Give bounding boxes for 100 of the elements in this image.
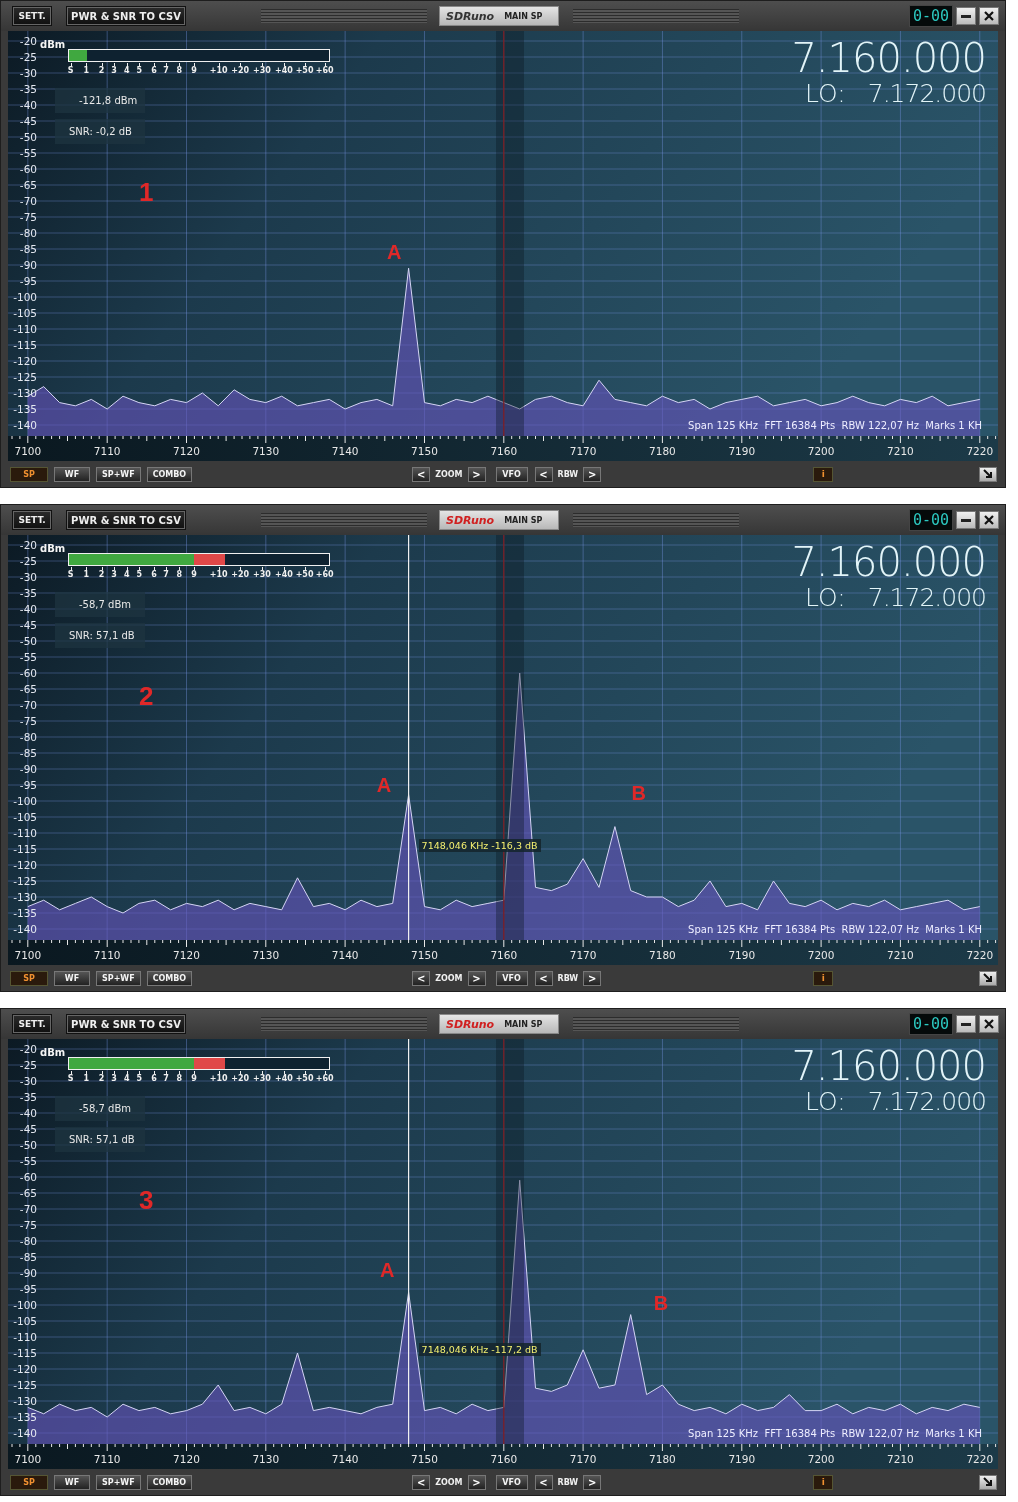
zoom-in-button[interactable]: >: [467, 1474, 486, 1490]
view-tab[interactable]: SP: [10, 1474, 48, 1490]
window-tab[interactable]: SDRuno MAIN SP: [439, 6, 559, 26]
axis-label: 7160: [490, 1453, 518, 1465]
meter-scale-label: +60: [315, 1074, 334, 1083]
vfo-button[interactable]: VFO: [495, 466, 528, 482]
meter-scale-label: 3: [111, 570, 117, 579]
axis-label: 7200: [807, 1453, 835, 1465]
axis-label: -45: [19, 1123, 37, 1135]
view-tab[interactable]: COMBO: [146, 466, 193, 482]
view-tab[interactable]: WF: [54, 1474, 90, 1490]
axis-label: -70: [19, 699, 37, 711]
meter-scale-label: 9: [191, 66, 197, 75]
meter-scale-label: 6: [151, 1074, 157, 1083]
frequency-display: 7.160.000: [791, 35, 986, 81]
close-button[interactable]: [979, 1015, 999, 1033]
axis-label: -130: [13, 387, 37, 399]
view-tab[interactable]: SP+WF: [96, 1474, 141, 1490]
meter-scale-label: 9: [191, 570, 197, 579]
lo-frequency: 7.172.000: [867, 79, 986, 108]
view-tab[interactable]: COMBO: [146, 1474, 193, 1490]
zoom-out-button[interactable]: <: [412, 1474, 431, 1490]
drag-grip[interactable]: [573, 9, 739, 23]
rbw-up-button[interactable]: >: [583, 466, 602, 482]
resize-button[interactable]: [979, 1474, 997, 1490]
view-tab[interactable]: COMBO: [146, 970, 193, 986]
export-button[interactable]: PWR & SNR TO CSV: [67, 7, 185, 25]
close-icon: [984, 1019, 994, 1029]
axis-label: -105: [13, 1315, 37, 1327]
axis-label: -60: [19, 163, 37, 175]
settings-button[interactable]: SETT.: [13, 1015, 51, 1033]
info-button[interactable]: i: [813, 970, 834, 986]
axis-label: 7180: [649, 445, 676, 457]
axis-label: -105: [13, 811, 37, 823]
drag-grip[interactable]: [261, 9, 427, 23]
settings-button[interactable]: SETT.: [13, 7, 51, 25]
export-button[interactable]: PWR & SNR TO CSV: [67, 511, 185, 529]
axis-label: -135: [13, 907, 37, 919]
info-button[interactable]: i: [813, 466, 834, 482]
vfo-button[interactable]: VFO: [495, 1474, 528, 1490]
axis-label: -55: [19, 147, 37, 159]
meter-scale-label: +40: [274, 66, 293, 75]
axis-label: 7190: [728, 445, 756, 457]
lo-label: LO:: [805, 79, 846, 108]
axis-label: 7110: [93, 1453, 121, 1465]
minimize-button[interactable]: [956, 1015, 976, 1033]
lo-frequency: 7.172.000: [867, 1087, 986, 1116]
minimize-button[interactable]: [956, 511, 976, 529]
view-tab[interactable]: SP+WF: [96, 970, 141, 986]
meter-scale-label: S: [67, 1074, 74, 1083]
view-tab[interactable]: WF: [54, 466, 90, 482]
export-button[interactable]: PWR & SNR TO CSV: [67, 1015, 185, 1033]
close-button[interactable]: [979, 7, 999, 25]
peak-label: A: [387, 241, 402, 264]
settings-button[interactable]: SETT.: [13, 511, 51, 529]
drag-grip[interactable]: [573, 1017, 739, 1031]
rbw-up-button[interactable]: >: [583, 1474, 602, 1490]
zoom-out-button[interactable]: <: [412, 466, 431, 482]
view-tab[interactable]: SP+WF: [96, 466, 141, 482]
minimize-button[interactable]: [956, 7, 976, 25]
axis-label: -95: [19, 275, 37, 287]
zoom-out-button[interactable]: <: [412, 970, 431, 986]
meter-scale-label: +60: [315, 570, 334, 579]
power-readout: -121,8 dBm: [55, 88, 145, 113]
marker-readout: 7148,046 KHz -117,2 dB: [418, 1343, 541, 1356]
rbw-up-button[interactable]: >: [583, 970, 602, 986]
rbw-down-button[interactable]: <: [534, 1474, 553, 1490]
window-tab[interactable]: SDRuno MAIN SP: [439, 1014, 559, 1034]
rbw-down-button[interactable]: <: [534, 466, 553, 482]
meter-scale-label: 8: [176, 66, 183, 75]
axis-label: -90: [19, 763, 37, 775]
rbw-label: RBW: [557, 973, 579, 983]
info-button[interactable]: i: [813, 1474, 834, 1490]
zoom-in-button[interactable]: >: [467, 466, 486, 482]
digital-display: 0-00: [908, 5, 953, 27]
rbw-down-button[interactable]: <: [534, 970, 553, 986]
axis-label: -45: [19, 115, 37, 127]
axis-label: 7100: [14, 445, 42, 457]
axis-label: -95: [19, 779, 37, 791]
drag-grip[interactable]: [573, 513, 739, 527]
view-tab[interactable]: SP: [10, 970, 48, 986]
axis-label: 7200: [807, 949, 835, 961]
meter-scale-label: 6: [151, 570, 157, 579]
resize-button[interactable]: [979, 970, 997, 986]
meter-scale-label: 3: [111, 1074, 117, 1083]
meter-scale-label: 4: [123, 66, 130, 75]
close-button[interactable]: [979, 511, 999, 529]
drag-grip[interactable]: [261, 1017, 427, 1031]
axis-label: -105: [13, 307, 37, 319]
zoom-in-button[interactable]: >: [467, 970, 486, 986]
view-tab[interactable]: SP: [10, 466, 48, 482]
drag-grip[interactable]: [261, 513, 427, 527]
window-tab[interactable]: SDRuno MAIN SP: [439, 510, 559, 530]
axis-label: 7160: [490, 949, 518, 961]
meter-scale-label: +10: [209, 570, 228, 579]
vfo-button[interactable]: VFO: [495, 970, 528, 986]
axis-label: -80: [19, 227, 37, 239]
resize-button[interactable]: [979, 466, 997, 482]
view-tab[interactable]: WF: [54, 970, 90, 986]
axis-label: 7120: [173, 445, 200, 457]
